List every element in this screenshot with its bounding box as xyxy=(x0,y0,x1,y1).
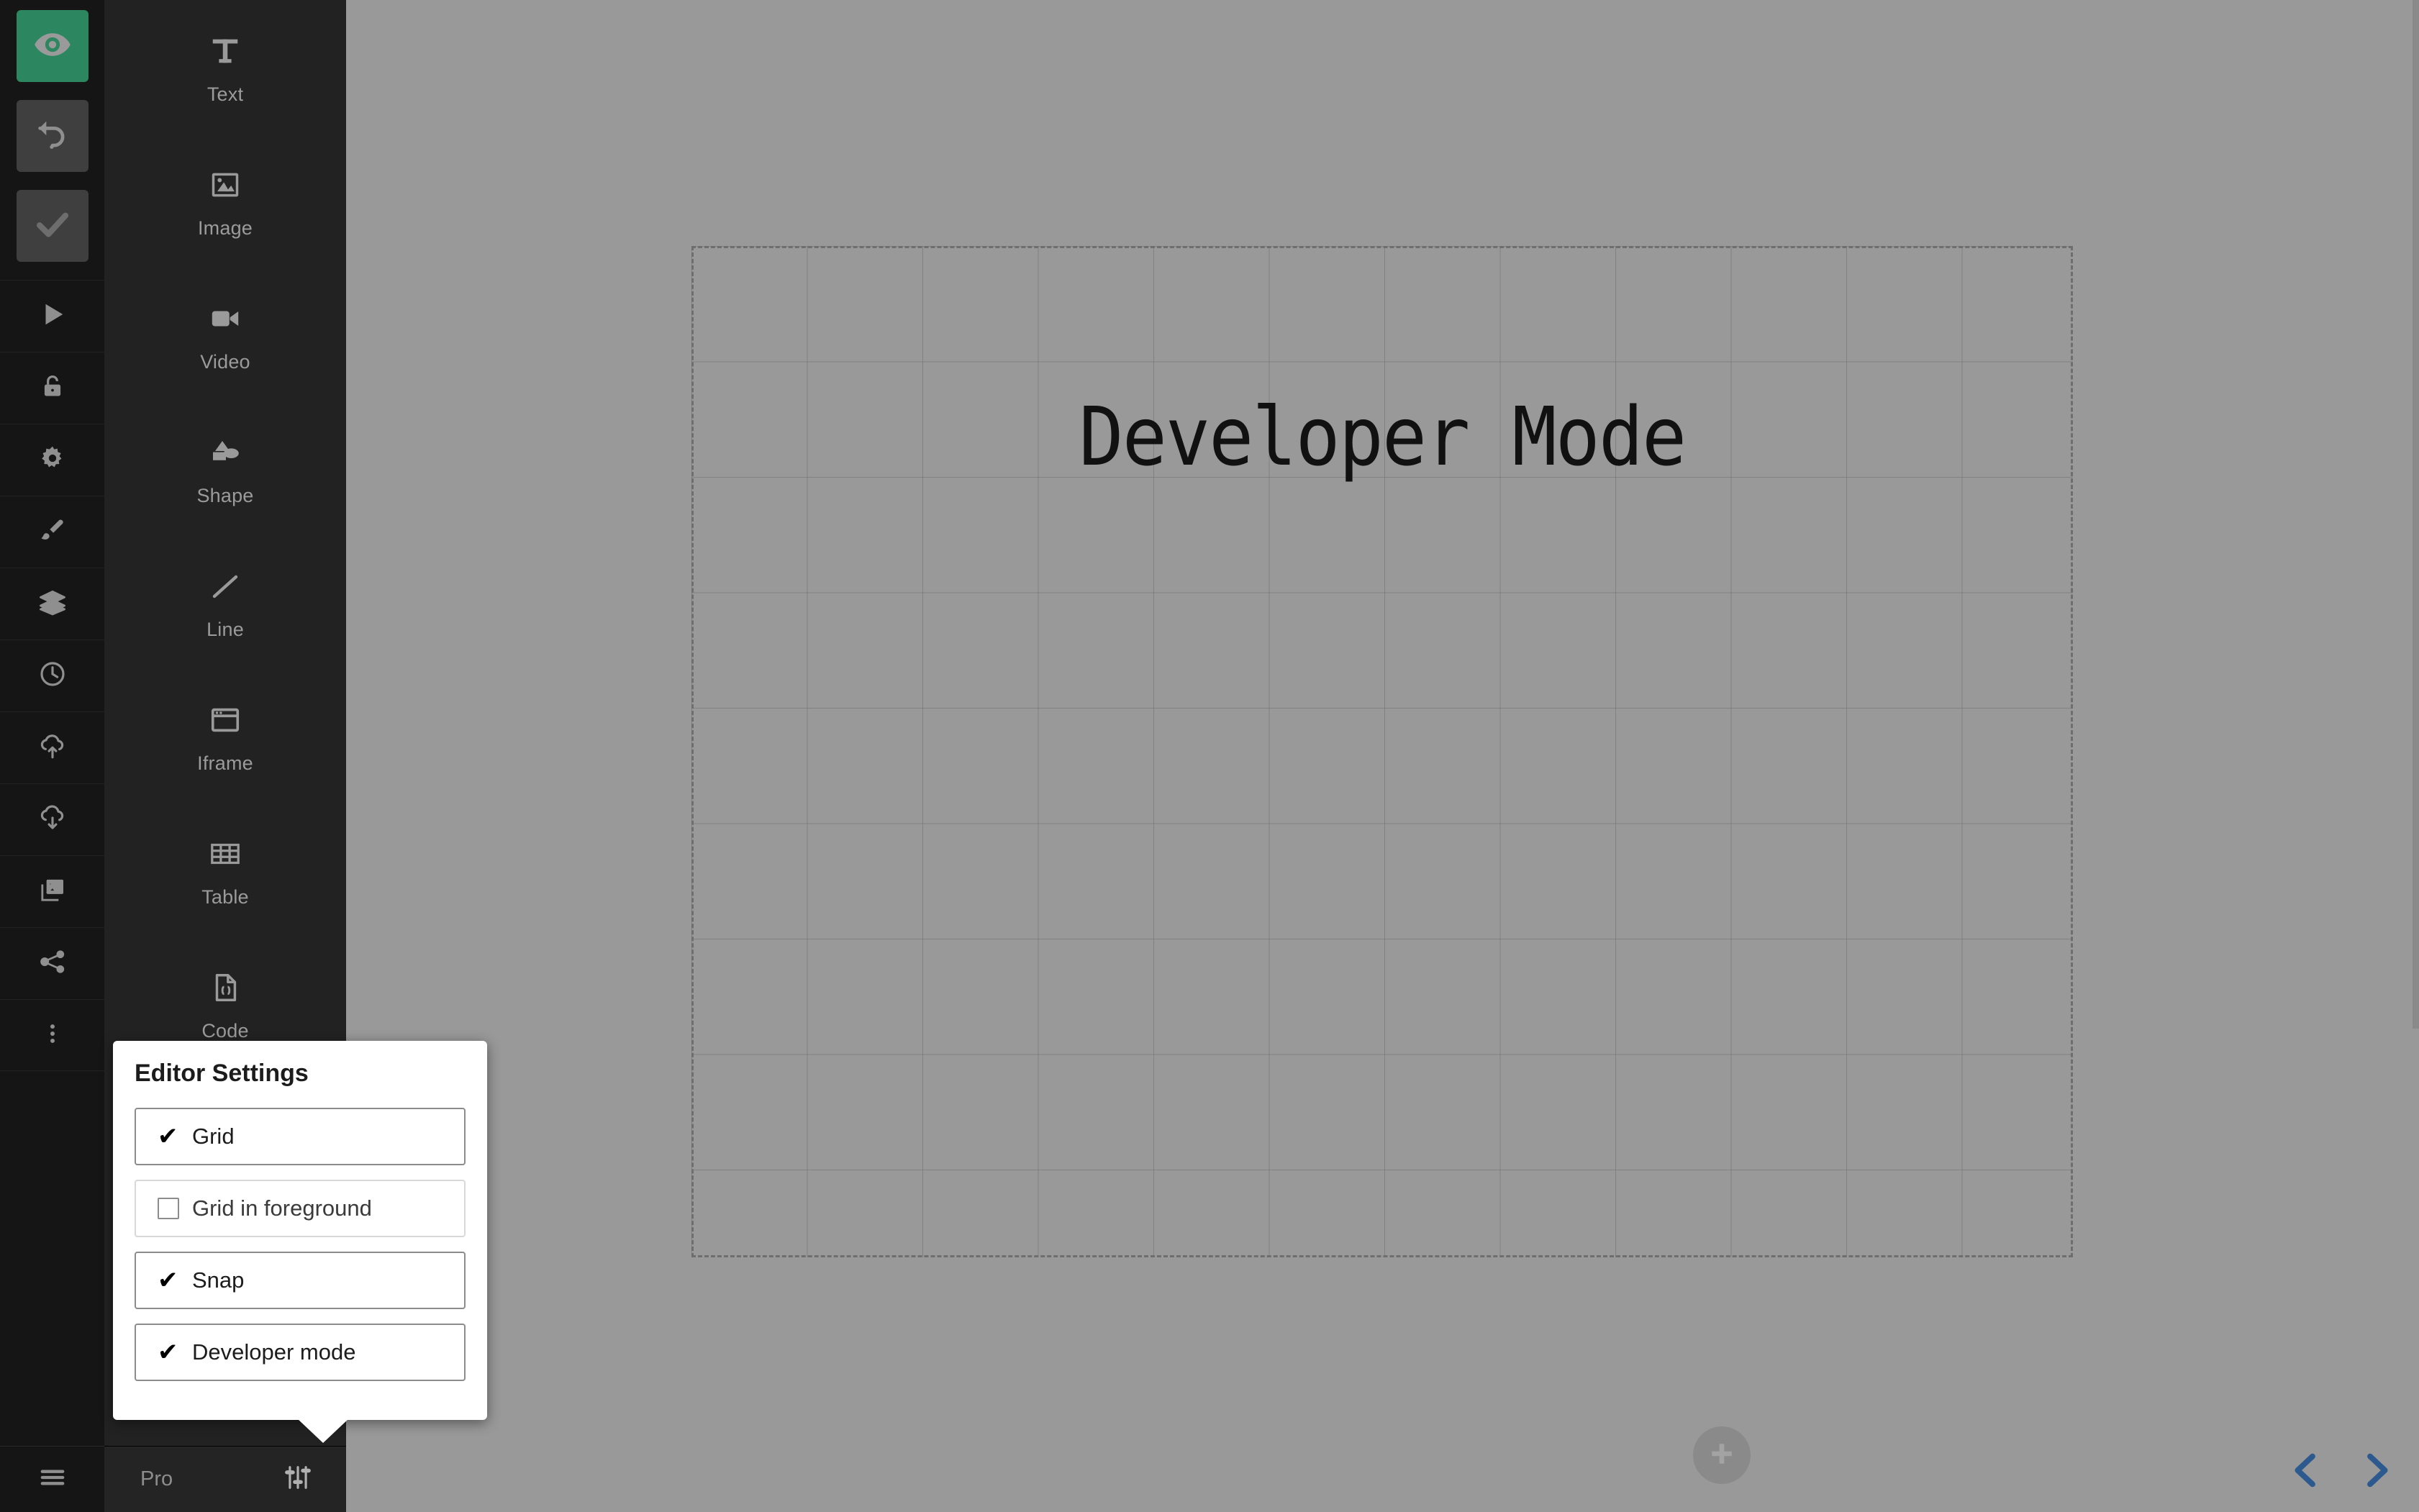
line-icon xyxy=(208,564,242,609)
tool-label: Iframe xyxy=(197,752,253,774)
text-icon xyxy=(209,29,242,73)
undo-button[interactable] xyxy=(16,100,88,172)
undo-icon xyxy=(34,116,71,157)
checkbox-unchecked-icon xyxy=(158,1198,186,1219)
tool-line[interactable]: Line xyxy=(104,535,346,669)
check-icon: ✔ xyxy=(158,1339,178,1366)
play-icon xyxy=(39,301,66,332)
tool-label: Text xyxy=(206,83,244,105)
setting-developer-mode[interactable]: ✔ Developer mode xyxy=(135,1324,466,1381)
sliders-icon xyxy=(284,1464,312,1495)
tool-table[interactable]: Table xyxy=(104,803,346,937)
sidebar-item-media[interactable] xyxy=(0,855,104,927)
setting-label: Grid in foreground xyxy=(192,1196,372,1221)
setting-label: Grid xyxy=(192,1124,235,1149)
share-icon xyxy=(38,947,67,980)
image-icon xyxy=(209,163,241,207)
table-icon xyxy=(209,832,242,876)
tool-label: Line xyxy=(206,618,244,640)
setting-grid[interactable]: ✔ Grid xyxy=(135,1108,466,1165)
tool-panel-bottom-bar: Pro xyxy=(104,1446,346,1512)
cloud-download-icon xyxy=(37,803,68,837)
setting-label: Developer mode xyxy=(192,1339,356,1365)
eye-icon xyxy=(33,25,72,68)
hamburger-icon xyxy=(38,1463,67,1495)
gear-icon xyxy=(38,444,67,476)
rail-top-buttons xyxy=(0,0,104,262)
page-frame[interactable]: Developer Mode xyxy=(691,246,2073,1257)
tool-iframe[interactable]: Iframe xyxy=(104,669,346,803)
check-icon: ✔ xyxy=(158,1123,178,1150)
plan-label: Pro xyxy=(140,1467,173,1490)
sidebar-item-lock[interactable] xyxy=(0,352,104,424)
tool-label: Code xyxy=(201,1019,249,1042)
setting-snap[interactable]: ✔ Snap xyxy=(135,1252,466,1309)
tool-image[interactable]: Image xyxy=(104,134,346,268)
layers-icon xyxy=(38,588,67,620)
editor-settings-popup: Editor Settings ✔ Grid Grid in foregroun… xyxy=(113,1041,487,1443)
sidebar-item-upload[interactable] xyxy=(0,711,104,783)
code-file-icon xyxy=(209,965,242,1010)
tool-shape[interactable]: Shape xyxy=(104,401,346,535)
tool-label: Shape xyxy=(196,484,254,506)
tool-label: Table xyxy=(201,885,249,908)
popup-arrow xyxy=(297,1418,349,1443)
brush-icon xyxy=(39,516,66,547)
clock-icon xyxy=(38,660,67,692)
sidebar-item-settings[interactable] xyxy=(0,424,104,496)
tool-video[interactable]: Video xyxy=(104,268,346,401)
sidebar-item-play[interactable] xyxy=(0,280,104,352)
iframe-icon xyxy=(209,698,242,742)
sidebar-item-share[interactable] xyxy=(0,927,104,999)
check-icon: ✔ xyxy=(158,1267,178,1294)
sidebar-item-layers[interactable] xyxy=(0,568,104,639)
tool-label: Video xyxy=(200,350,250,373)
setting-label: Snap xyxy=(192,1267,245,1293)
add-section-bottom[interactable] xyxy=(1693,1426,1751,1484)
popup-title: Editor Settings xyxy=(135,1060,309,1087)
page-navigation xyxy=(2284,1448,2399,1496)
sidebar-item-design[interactable] xyxy=(0,496,104,568)
setting-grid-foreground[interactable]: Grid in foreground xyxy=(135,1180,466,1237)
lock-icon xyxy=(39,373,66,404)
next-page-button[interactable] xyxy=(2354,1448,2399,1496)
images-icon xyxy=(38,875,67,908)
publish-button[interactable] xyxy=(16,190,88,262)
sidebar-item-download[interactable] xyxy=(0,783,104,855)
more-vertical-icon xyxy=(40,1021,65,1049)
left-rail xyxy=(0,0,104,1512)
tool-label: Image xyxy=(197,217,253,239)
checkmark-icon xyxy=(33,205,72,247)
main-menu-button[interactable] xyxy=(0,1446,104,1512)
sidebar-item-more[interactable] xyxy=(0,999,104,1071)
cloud-upload-icon xyxy=(37,731,68,765)
plus-icon xyxy=(1706,1438,1738,1473)
preview-button[interactable] xyxy=(16,10,88,82)
editor-settings-button[interactable] xyxy=(284,1464,312,1495)
canvas-area[interactable]: Developer Mode xyxy=(346,0,2419,1512)
page-title[interactable]: Developer Mode xyxy=(749,391,2016,484)
sidebar-item-history[interactable] xyxy=(0,639,104,711)
prev-page-button[interactable] xyxy=(2284,1448,2328,1496)
shape-icon xyxy=(208,430,242,475)
tool-panel-scrollbar[interactable] xyxy=(2413,0,2419,1029)
rail-icon-list xyxy=(0,280,104,1071)
video-icon xyxy=(209,296,242,341)
tool-text[interactable]: Text xyxy=(104,0,346,134)
